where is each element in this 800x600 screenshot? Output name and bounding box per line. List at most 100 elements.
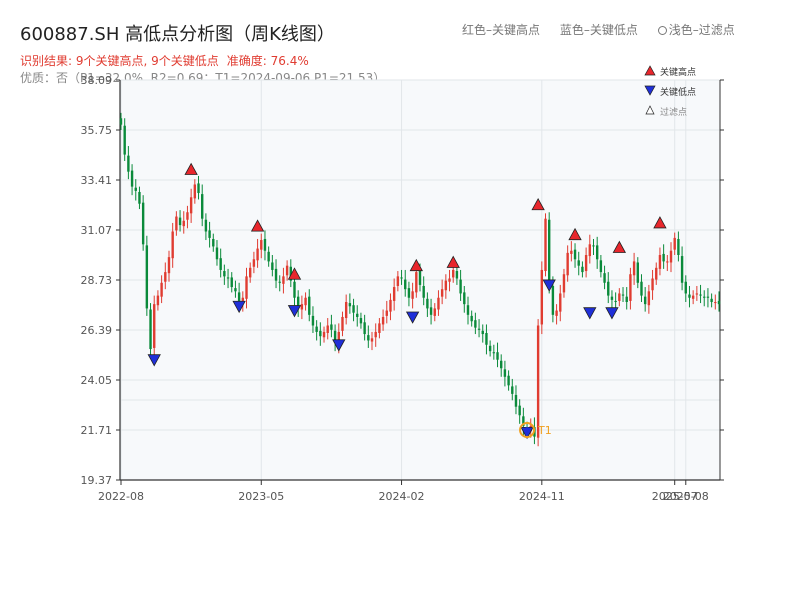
candle-body [618, 293, 621, 301]
candle-body [559, 293, 562, 312]
candle-body [374, 331, 377, 338]
candle-body [455, 271, 459, 279]
candle-body [636, 262, 639, 283]
candle-body [330, 324, 333, 330]
candle-body [603, 273, 606, 283]
legend-filtered-label: 过滤点 [660, 106, 687, 118]
candle-body [356, 313, 359, 317]
candle-body [378, 323, 381, 333]
candle-body [208, 230, 211, 238]
candle-body [344, 302, 348, 319]
candle-body [145, 245, 149, 309]
x-tick-label: 2023-05 [238, 490, 284, 503]
candle-body [404, 279, 407, 290]
candle-body [197, 183, 200, 194]
candle-body [507, 375, 510, 386]
candle-body [588, 244, 592, 257]
candle-body [492, 352, 496, 354]
candle-body [411, 291, 414, 299]
candle-body [189, 197, 193, 214]
candle-body [348, 303, 352, 307]
y-tick-label: 26.39 [81, 324, 113, 337]
candle-body [662, 253, 665, 262]
candle-body [215, 247, 219, 260]
candle-body [463, 292, 466, 305]
candle-body [352, 305, 355, 313]
candle-body [555, 310, 558, 316]
candle-body [315, 326, 318, 332]
candle-body [470, 315, 473, 322]
candle-body [260, 240, 263, 250]
y-tick-label: 19.37 [81, 474, 113, 487]
candle-body [160, 282, 163, 297]
candle-body [201, 194, 204, 219]
candle-body [595, 245, 599, 260]
candle-body [178, 217, 182, 226]
candle-body [562, 274, 566, 293]
candle-body [610, 296, 614, 300]
candle-body [518, 405, 521, 416]
candle-body [599, 260, 603, 273]
candle-body [703, 296, 706, 298]
candle-body [285, 265, 289, 276]
candle-body [466, 305, 470, 315]
candle-body [175, 216, 178, 231]
candle-body [367, 335, 370, 341]
candle-body [536, 325, 540, 438]
candle-body [223, 271, 226, 277]
candle-body [511, 386, 514, 394]
candle-body [448, 278, 451, 282]
candle-body [245, 276, 248, 299]
candle-body [363, 322, 366, 335]
candle-body [212, 238, 215, 247]
candle-body [230, 277, 233, 288]
candle-body [695, 293, 699, 295]
candle-body [407, 288, 411, 298]
candle-body [252, 259, 256, 267]
candle-body [577, 260, 580, 266]
candle-body [385, 310, 388, 316]
candle-body [658, 255, 662, 269]
candle-body [437, 297, 440, 310]
candle-body [400, 277, 403, 279]
candle-body [359, 318, 363, 324]
y-tick-label: 33.41 [81, 174, 113, 187]
candle-body [625, 296, 628, 303]
candle-body [573, 249, 577, 260]
candle-body [710, 298, 713, 303]
candle-body [688, 294, 691, 298]
candle-body [267, 251, 270, 262]
candle-body [640, 281, 643, 296]
candle-body [263, 238, 267, 251]
candle-body [392, 287, 396, 301]
candle-body [167, 257, 171, 274]
candle-body [219, 258, 222, 270]
candle-body [647, 291, 651, 306]
candle-body [592, 245, 595, 247]
candle-body [326, 325, 329, 333]
candle-body [680, 256, 684, 283]
candle-body [544, 218, 547, 272]
candle-body [130, 170, 134, 187]
candle-body [607, 281, 610, 296]
kline-chart: 19.37 21.71 24.05 26.39 28.73 31.07 33.41 35.75… [81, 65, 724, 503]
candle-body [581, 266, 584, 273]
candle-body [614, 300, 617, 303]
candle-body [149, 309, 152, 350]
candle-body [540, 269, 544, 325]
y-tick-label: 35.75 [81, 124, 113, 137]
candle-body [584, 255, 588, 272]
candle-body [699, 294, 702, 296]
x-tick-label: 2022-08 [98, 490, 144, 503]
candle-body [341, 316, 344, 331]
candle-body [677, 238, 680, 255]
candle-body [381, 316, 385, 325]
candle-body [477, 328, 481, 330]
candle-body [119, 118, 123, 125]
candle-body [319, 330, 322, 337]
candle-body [459, 279, 462, 294]
candle-body [706, 296, 710, 298]
candle-body [186, 212, 189, 220]
candle-body [308, 296, 311, 315]
candle-body [422, 285, 425, 298]
